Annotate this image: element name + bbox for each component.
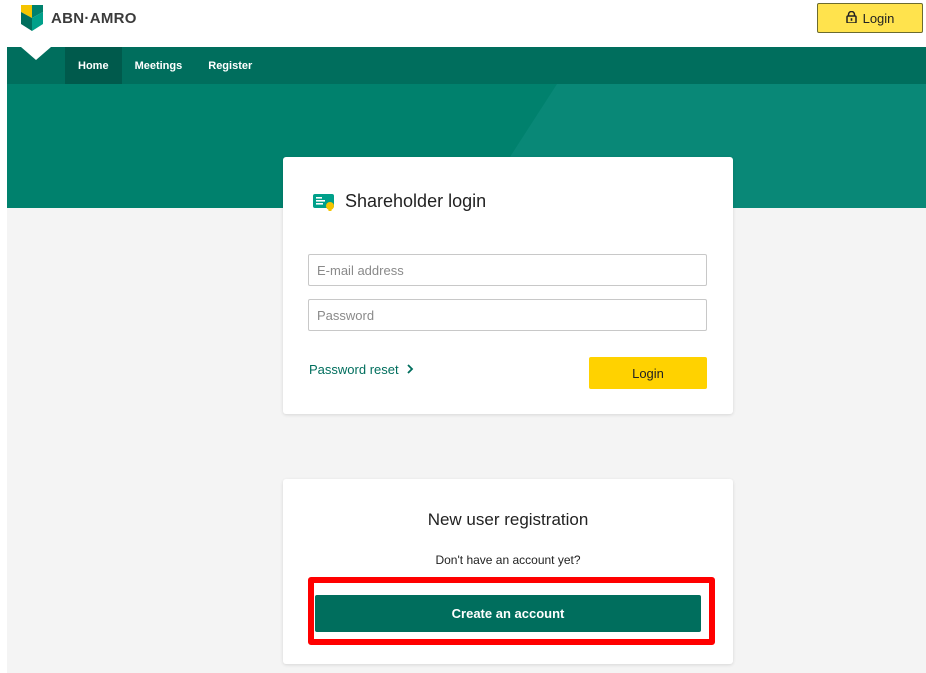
login-button[interactable]: Login <box>589 357 707 389</box>
nav-item-meetings[interactable]: Meetings <box>122 47 196 84</box>
email-field[interactable] <box>308 254 707 286</box>
abn-amro-logo[interactable]: ABN·AMRO <box>21 5 137 31</box>
shield-logo-icon <box>21 5 43 31</box>
top-bar: ABN·AMRO Login <box>0 0 926 47</box>
login-card-title: Shareholder login <box>313 191 486 212</box>
nav-item-register[interactable]: Register <box>195 47 265 84</box>
header-login-label: Login <box>862 10 895 26</box>
registration-subtitle: Don't have an account yet? <box>435 553 581 567</box>
password-field[interactable] <box>308 299 707 331</box>
main-nav: Home Meetings Register <box>65 47 265 84</box>
password-reset-label: Password reset <box>309 362 399 377</box>
login-card-title-text: Shareholder login <box>345 191 487 211</box>
logo-text: ABN·AMRO <box>51 9 137 27</box>
create-account-button[interactable]: Create an account <box>315 595 701 632</box>
registration-title: New user registration <box>427 510 589 529</box>
nav-item-home[interactable]: Home <box>65 47 122 84</box>
password-reset-link[interactable]: Password reset <box>309 362 414 377</box>
chevron-right-icon <box>406 363 414 377</box>
header-login-button[interactable]: Login <box>817 3 923 33</box>
shareholder-login-card: Shareholder login Password reset Login <box>283 157 733 414</box>
registration-card: New user registration Don't have an acco… <box>283 479 733 664</box>
id-card-icon <box>313 193 336 211</box>
lock-icon <box>845 10 857 26</box>
header-notch <box>21 47 51 60</box>
